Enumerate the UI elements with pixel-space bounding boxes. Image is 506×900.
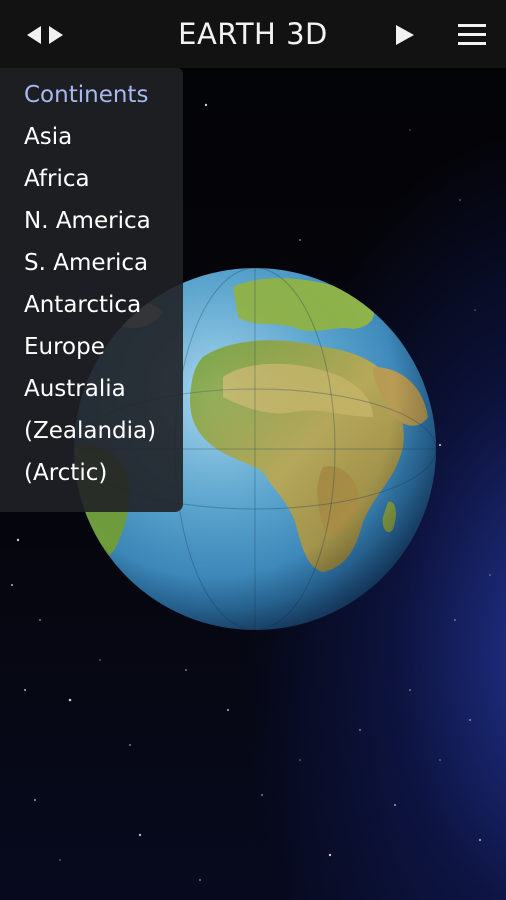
continents-dropdown: Continents Asia Africa N. America S. Ame…: [0, 68, 183, 512]
menu-item-africa[interactable]: Africa: [24, 166, 90, 192]
menu-item-n-america[interactable]: N. America: [24, 208, 151, 234]
menu-item-zealandia[interactable]: (Zealandia): [24, 418, 156, 444]
play-icon[interactable]: [390, 20, 420, 50]
hamburger-menu-icon[interactable]: [454, 18, 490, 52]
menu-item-asia[interactable]: Asia: [24, 124, 72, 150]
menu-item-australia[interactable]: Australia: [24, 376, 126, 402]
menu-item-antarctica[interactable]: Antarctica: [24, 292, 141, 318]
top-bar: [0, 0, 506, 68]
menu-item-arctic[interactable]: (Arctic): [24, 460, 107, 486]
dropdown-header: Continents: [24, 82, 149, 108]
menu-item-europe[interactable]: Europe: [24, 334, 105, 360]
left-right-arrows-icon[interactable]: [22, 20, 68, 50]
menu-item-s-america[interactable]: S. America: [24, 250, 148, 276]
